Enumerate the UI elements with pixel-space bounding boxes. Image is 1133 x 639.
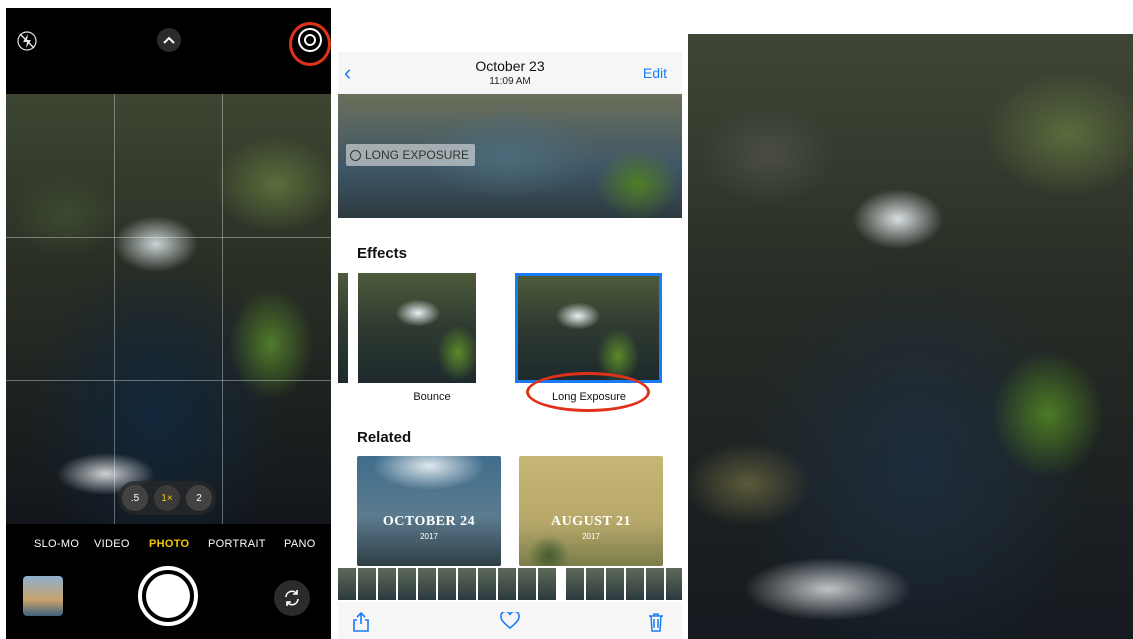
bottom-toolbar <box>338 602 682 639</box>
grid-line <box>6 380 331 381</box>
badge-label: LONG EXPOSURE <box>365 148 470 162</box>
chevron-up-icon[interactable] <box>157 28 181 52</box>
camera-mode-bar: SLO-MO VIDEO PHOTO PORTRAIT PANO <box>6 524 331 564</box>
zoom-1x-button[interactable]: 1× <box>154 485 180 511</box>
effects-heading: Effects <box>357 245 408 262</box>
filmstrip-frame[interactable] <box>418 568 436 600</box>
filmstrip-frame[interactable] <box>458 568 476 600</box>
related-memory-card[interactable]: OCTOBER 24 2017 <box>357 456 501 566</box>
mode-pano[interactable]: PANO <box>284 538 316 550</box>
related-heading: Related <box>357 429 412 446</box>
effect-long-exposure-thumbnail[interactable] <box>515 273 662 383</box>
filmstrip-frame[interactable] <box>358 568 376 600</box>
filmstrip-frame[interactable] <box>498 568 516 600</box>
filmstrip-frame[interactable] <box>398 568 416 600</box>
effect-bounce-label: Bounce <box>413 391 451 403</box>
zoom-0.5-button[interactable]: .5 <box>122 485 148 511</box>
edit-button[interactable]: Edit <box>643 65 667 81</box>
filmstrip-frame[interactable] <box>378 568 396 600</box>
camera-screen: .5 1× 2 SLO-MO VIDEO PHOTO PORTRAIT PANO <box>6 8 331 639</box>
grid-line <box>114 94 115 524</box>
annotation-circle-long-exposure <box>526 372 650 412</box>
photo-date: October 23 <box>475 58 545 74</box>
grid-line <box>6 237 331 238</box>
filmstrip-frame[interactable] <box>566 568 584 600</box>
mode-portrait[interactable]: PORTRAIT <box>208 538 266 550</box>
filmstrip-frame[interactable] <box>338 568 356 600</box>
filmstrip-frame[interactable] <box>586 568 604 600</box>
nav-bar: ‹ October 23 11:09 AM Edit <box>338 52 682 94</box>
share-icon[interactable] <box>352 611 370 637</box>
long-exposure-result-photo <box>688 34 1133 639</box>
zoom-selector: .5 1× 2 <box>118 481 216 515</box>
filmstrip-frame[interactable] <box>478 568 496 600</box>
mode-slo-mo[interactable]: SLO-MO <box>34 538 79 550</box>
flash-off-icon[interactable] <box>16 30 38 52</box>
filmstrip-frame[interactable] <box>438 568 456 600</box>
memory-year: 2017 <box>420 532 438 541</box>
photo-time: 11:09 AM <box>489 76 531 87</box>
camera-flip-icon[interactable] <box>274 580 310 616</box>
long-exposure-badge: LONG EXPOSURE <box>346 144 476 166</box>
memory-year: 2017 <box>582 532 600 541</box>
related-memory-card[interactable]: AUGUST 21 2017 <box>519 456 663 566</box>
filmstrip-frame[interactable] <box>626 568 644 600</box>
live-photo-icon <box>350 149 361 161</box>
grid-line <box>222 94 223 524</box>
photo-details-screen: ‹ October 23 11:09 AM Edit LONG EXPOSURE… <box>338 52 682 639</box>
filmstrip-frame[interactable] <box>646 568 664 600</box>
photo-filmstrip[interactable] <box>338 566 682 602</box>
effect-bounce-thumbnail[interactable] <box>358 273 476 383</box>
annotation-circle-live <box>289 22 331 66</box>
filmstrip-frame[interactable] <box>606 568 624 600</box>
heart-icon[interactable] <box>500 610 520 635</box>
mode-video[interactable]: VIDEO <box>94 538 130 550</box>
filmstrip-frame[interactable] <box>666 568 682 600</box>
photo-preview[interactable]: LONG EXPOSURE <box>338 94 682 218</box>
filmstrip-frame[interactable] <box>538 568 556 600</box>
trash-icon[interactable] <box>648 612 664 637</box>
memory-title: OCTOBER 24 <box>382 514 476 529</box>
filmstrip-frame[interactable] <box>518 568 536 600</box>
last-photo-thumbnail[interactable] <box>23 576 63 616</box>
camera-top-bar <box>6 8 331 94</box>
memory-title: AUGUST 21 <box>550 514 632 529</box>
camera-viewfinder[interactable] <box>6 94 331 524</box>
zoom-2x-button[interactable]: 2 <box>186 485 212 511</box>
mode-photo[interactable]: PHOTO <box>149 538 189 550</box>
effect-live-thumbnail[interactable] <box>338 273 348 383</box>
shutter-button[interactable] <box>138 566 198 626</box>
